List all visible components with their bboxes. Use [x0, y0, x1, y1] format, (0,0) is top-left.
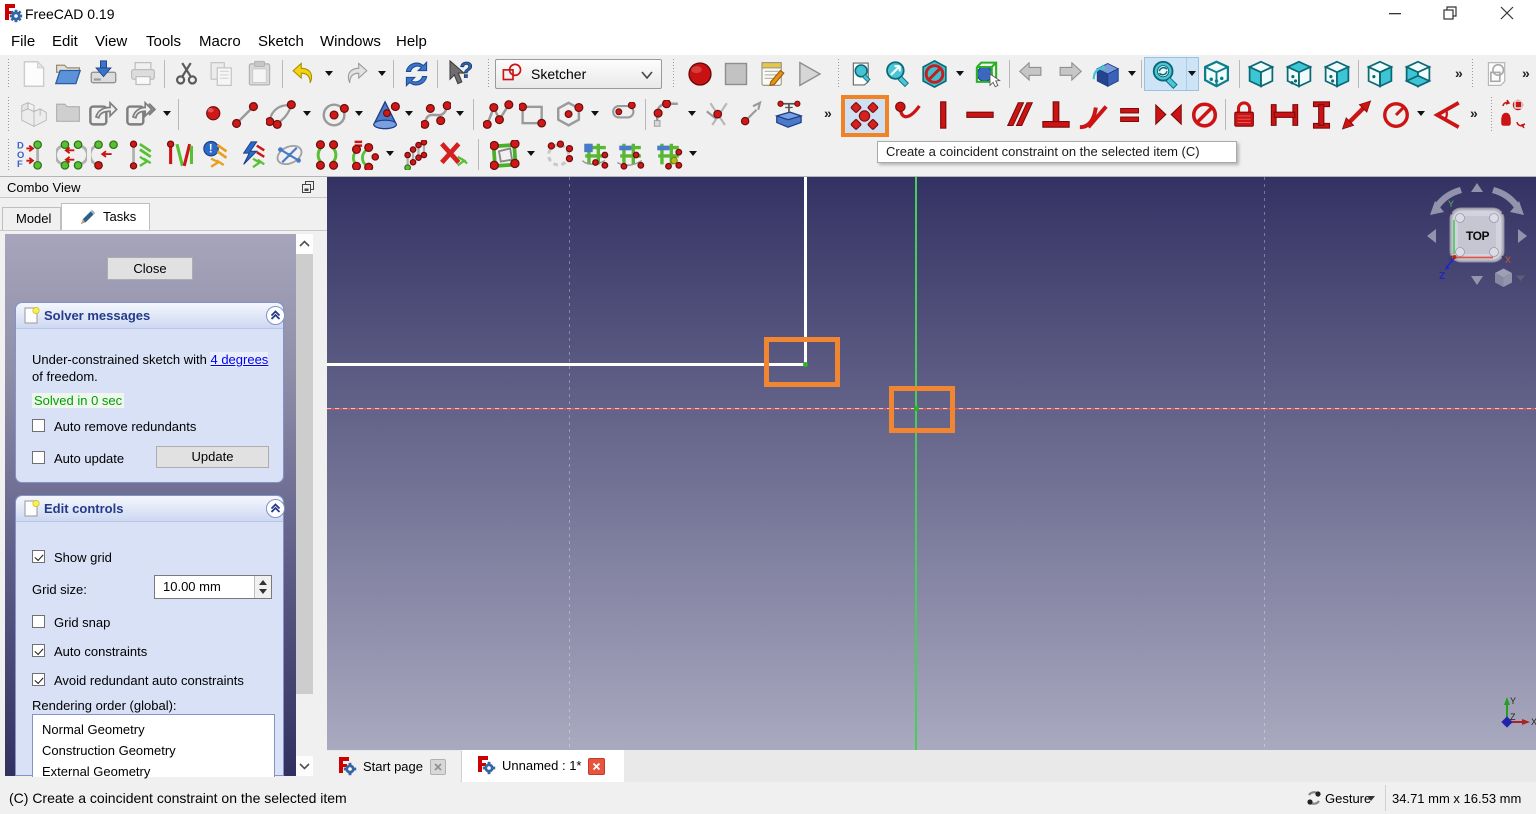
svg-text:X: X: [1531, 717, 1536, 727]
svg-text:F: F: [17, 159, 23, 169]
svg-text:Z: Z: [1439, 271, 1445, 282]
svg-text:Y: Y: [1448, 199, 1454, 209]
svg-text:Z: Z: [1510, 712, 1516, 722]
svg-text:TOP: TOP: [1466, 229, 1489, 243]
svg-text:Y: Y: [1510, 696, 1516, 706]
svg-text:!: !: [209, 143, 213, 156]
svg-text:X: X: [1505, 255, 1511, 265]
